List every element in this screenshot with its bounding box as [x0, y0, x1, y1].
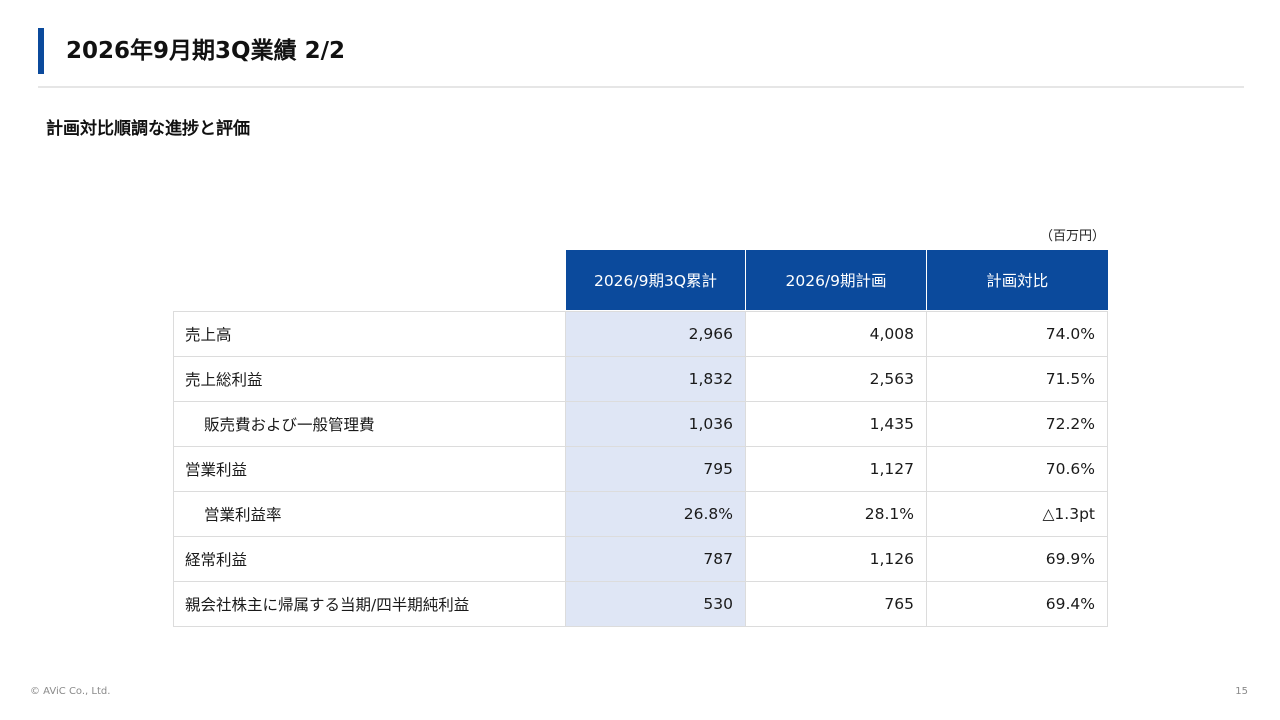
table-header-row: 2026/9期3Q累計 2026/9期計画 計画対比 — [173, 250, 1108, 310]
cell-plan: 1,435 — [745, 401, 927, 447]
header-3q-cumulative: 2026/9期3Q累計 — [565, 250, 746, 310]
page-number: 15 — [1235, 686, 1248, 697]
cell-plan: 765 — [745, 581, 927, 627]
row-label: 売上総利益 — [173, 356, 566, 402]
row-label: 売上高 — [173, 311, 566, 357]
cell-plan-ratio: 70.6% — [926, 446, 1108, 492]
cell-plan: 2,563 — [745, 356, 927, 402]
row-label: 営業利益 — [173, 446, 566, 492]
table-row: 営業利益 795 1,127 70.6% — [173, 446, 1108, 492]
table-row: 営業利益率 26.8% 28.1% △1.3pt — [173, 491, 1108, 537]
cell-3q-cumulative: 795 — [565, 446, 746, 492]
cell-plan: 1,127 — [745, 446, 927, 492]
slide-subtitle: 計画対比順調な進捗と評価 — [46, 119, 250, 139]
cell-plan-ratio: 72.2% — [926, 401, 1108, 447]
header-plan: 2026/9期計画 — [745, 250, 927, 310]
cell-plan-ratio: 74.0% — [926, 311, 1108, 357]
header-blank-cell — [173, 250, 566, 310]
cell-plan-ratio: 69.9% — [926, 536, 1108, 582]
row-label: 販売費および一般管理費 — [173, 401, 566, 447]
cell-plan: 28.1% — [745, 491, 927, 537]
cell-plan: 4,008 — [745, 311, 927, 357]
cell-3q-cumulative: 787 — [565, 536, 746, 582]
cell-3q-cumulative: 1,036 — [565, 401, 746, 447]
table-row: 親会社株主に帰属する当期/四半期純利益 530 765 69.4% — [173, 581, 1108, 627]
title-divider — [38, 86, 1244, 88]
unit-note: （百万円） — [1040, 229, 1106, 244]
cell-plan-ratio: △1.3pt — [926, 491, 1108, 537]
cell-3q-cumulative: 530 — [565, 581, 746, 627]
table-row: 売上総利益 1,832 2,563 71.5% — [173, 356, 1108, 402]
cell-3q-cumulative: 1,832 — [565, 356, 746, 402]
title-accent-bar — [38, 28, 44, 74]
results-table: 2026/9期3Q累計 2026/9期計画 計画対比 売上高 2,966 4,0… — [173, 250, 1108, 627]
table-row: 売上高 2,966 4,008 74.0% — [173, 311, 1108, 357]
row-label: 経常利益 — [173, 536, 566, 582]
table-row: 販売費および一般管理費 1,036 1,435 72.2% — [173, 401, 1108, 447]
header-plan-ratio: 計画対比 — [926, 250, 1108, 310]
cell-3q-cumulative: 2,966 — [565, 311, 746, 357]
slide-title: 2026年9月期3Q業績 2/2 — [66, 38, 345, 64]
table-row: 経常利益 787 1,126 69.9% — [173, 536, 1108, 582]
copyright-footer: © AViC Co., Ltd. — [30, 686, 111, 697]
cell-plan-ratio: 69.4% — [926, 581, 1108, 627]
cell-plan-ratio: 71.5% — [926, 356, 1108, 402]
row-label: 親会社株主に帰属する当期/四半期純利益 — [173, 581, 566, 627]
cell-plan: 1,126 — [745, 536, 927, 582]
cell-3q-cumulative: 26.8% — [565, 491, 746, 537]
row-label: 営業利益率 — [173, 491, 566, 537]
